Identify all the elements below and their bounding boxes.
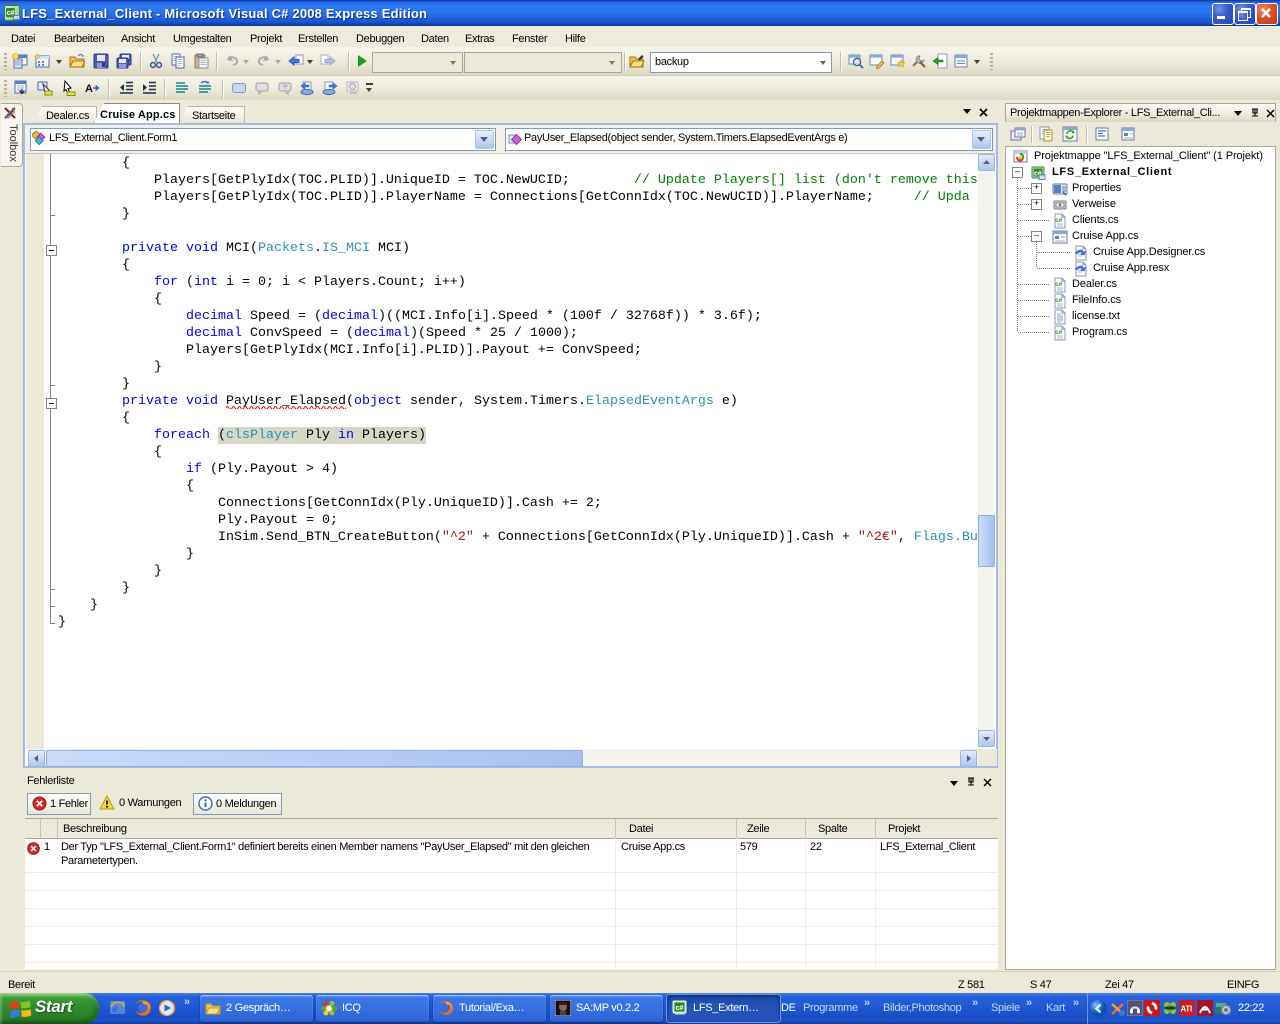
svg-text:c#: c# [676, 1003, 685, 1012]
svg-text:c#: c# [1055, 297, 1063, 304]
svg-text:ATI: ATI [1181, 1005, 1192, 1014]
svg-text:c#: c# [1055, 281, 1063, 288]
svg-text:c#: c# [1055, 217, 1063, 224]
svg-text:c#: c# [1055, 329, 1063, 336]
svg-text:A: A [85, 83, 93, 95]
